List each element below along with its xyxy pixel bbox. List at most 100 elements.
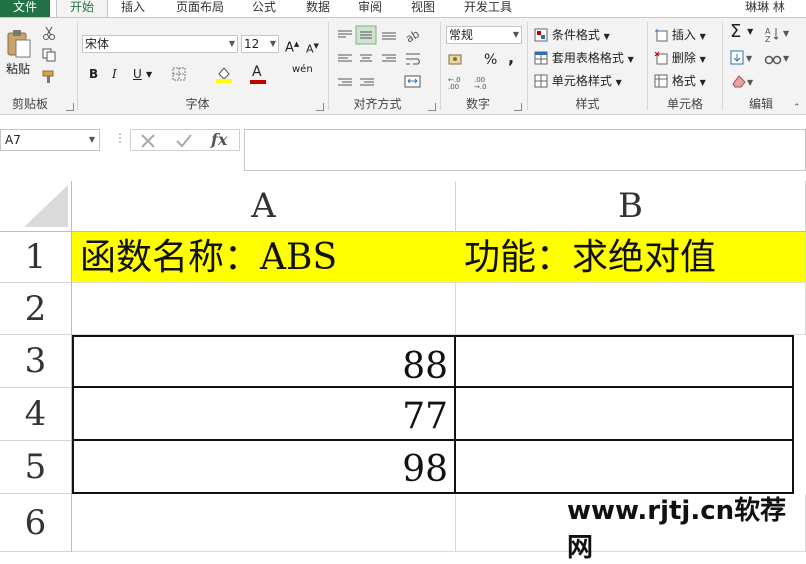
row-header-4[interactable]: 4 <box>0 388 72 441</box>
number-format-value: 常规 <box>449 28 474 42</box>
cell-a3[interactable]: 88 <box>72 335 456 388</box>
tab-developer[interactable]: 开发工具 <box>456 0 520 17</box>
tab-data[interactable]: 数据 <box>298 0 338 17</box>
row-header-2[interactable]: 2 <box>0 283 72 335</box>
format-cells-icon <box>654 74 668 88</box>
font-name-value: 宋体 <box>85 37 110 51</box>
cell-a4[interactable]: 77 <box>72 386 456 441</box>
clear-icon[interactable]: ▼ <box>730 73 756 92</box>
enter-icon[interactable] <box>175 132 193 150</box>
user-account[interactable]: 琳琳 林 <box>740 0 790 17</box>
format-as-table-button[interactable]: 套用表格格式 ▼ <box>534 50 634 68</box>
font-color-button[interactable]: A <box>252 64 262 80</box>
svg-text:.00: .00 <box>448 83 459 90</box>
number-format-combo[interactable]: 常规 ▼ <box>446 26 522 44</box>
font-group-label: 字体 <box>185 97 210 111</box>
cell-a2[interactable] <box>72 283 456 335</box>
font-dialog-launcher[interactable] <box>316 103 324 111</box>
fill-color-icon[interactable] <box>215 65 233 86</box>
cell-b3[interactable] <box>454 335 794 388</box>
delete-cells-label: 删除 <box>671 51 696 65</box>
find-select-icon[interactable]: ▼ <box>764 50 794 69</box>
underline-button[interactable]: U <box>133 66 142 82</box>
percent-style-button[interactable]: % <box>484 52 497 68</box>
styles-group-label: 样式 <box>575 97 600 111</box>
svg-text:ab: ab <box>404 27 422 43</box>
paste-label[interactable]: 粘贴 <box>6 61 30 77</box>
row-header-5[interactable]: 5 <box>0 441 72 494</box>
alignment-dialog-launcher[interactable] <box>428 103 436 111</box>
grow-font-icon[interactable]: A▲ <box>285 36 299 56</box>
copy-icon[interactable] <box>42 48 56 65</box>
merge-center-icon[interactable] <box>404 74 422 93</box>
paste-button[interactable] <box>6 29 32 59</box>
font-name-combo[interactable]: 宋体 ▼ <box>82 35 238 53</box>
clipboard-dialog-launcher[interactable] <box>66 103 74 111</box>
number-dialog-launcher[interactable] <box>514 103 522 111</box>
decrease-decimal-icon[interactable]: .00 →.0 <box>474 74 494 93</box>
ribbon-separator <box>440 22 441 110</box>
font-size-combo[interactable]: 12 ▼ <box>241 35 279 53</box>
conditional-formatting-button[interactable]: 条件格式 ▼ <box>534 27 610 45</box>
format-as-table-label: 套用表格格式 <box>551 51 624 65</box>
wrap-text-icon[interactable] <box>404 51 422 70</box>
cell-a1[interactable]: 函数名称：ABS <box>72 232 456 283</box>
tab-home[interactable]: 开始 <box>56 0 108 18</box>
ribbon-separator <box>328 22 329 110</box>
ribbon-tab-bar: 文件 开始 插入 页面布局 公式 数据 审阅 视图 开发工具 琳琳 林 <box>0 0 806 18</box>
insert-cells-icon <box>655 29 668 42</box>
comma-style-button[interactable]: , <box>508 50 514 66</box>
fill-icon[interactable]: ▼ <box>730 50 756 69</box>
orientation-icon[interactable]: ab <box>403 27 422 46</box>
cell-styles-button[interactable]: 单元格样式 ▼ <box>534 73 622 91</box>
cancel-icon[interactable] <box>139 132 157 150</box>
chevron-down-icon: ▼ <box>228 39 235 48</box>
name-box-value: A7 <box>5 133 21 147</box>
cell-styles-icon <box>534 74 548 88</box>
accounting-format-icon[interactable] <box>448 51 466 70</box>
cell-b5[interactable] <box>454 439 794 494</box>
collapse-ribbon-icon[interactable]: ⌃ <box>793 103 801 113</box>
tab-formulas[interactable]: 公式 <box>244 0 284 17</box>
paste-icon <box>7 30 31 58</box>
tab-review[interactable]: 审阅 <box>350 0 390 17</box>
delete-cells-icon <box>654 51 668 65</box>
conditional-formatting-icon <box>534 28 548 42</box>
cell-b4[interactable] <box>454 386 794 441</box>
clipboard-group-label: 剪贴板 <box>11 97 48 111</box>
cell-a5[interactable]: 98 <box>72 439 456 494</box>
formula-input[interactable] <box>244 129 806 171</box>
select-all-button[interactable] <box>0 181 72 232</box>
ribbon-separator <box>647 22 648 110</box>
row-header-1[interactable]: 1 <box>0 232 72 283</box>
phonetic-guide-button[interactable]: wén <box>292 62 313 78</box>
increase-decimal-icon[interactable]: ←.0.00 <box>448 74 468 93</box>
sort-filter-icon[interactable]: A Z ▼ <box>765 26 795 45</box>
column-header-a[interactable]: A <box>72 181 456 232</box>
tab-file[interactable]: 文件 <box>0 0 50 17</box>
insert-cells-button[interactable]: 插入 ▼ <box>654 27 706 45</box>
italic-button[interactable]: I <box>112 66 117 82</box>
borders-icon[interactable] <box>172 67 186 84</box>
name-box[interactable]: A7 ▼ <box>0 129 100 151</box>
tab-page-layout[interactable]: 页面布局 <box>168 0 232 17</box>
delete-cells-button[interactable]: 删除 ▼ <box>654 50 706 68</box>
shrink-font-icon[interactable]: A▼ <box>306 38 319 58</box>
format-painter-icon[interactable] <box>42 70 56 87</box>
tab-insert[interactable]: 插入 <box>112 0 154 17</box>
svg-text:▼: ▼ <box>783 29 790 38</box>
row-header-3[interactable]: 3 <box>0 335 72 388</box>
autosum-icon[interactable]: Σ ▼ <box>730 23 753 41</box>
insert-function-icon[interactable]: fx <box>211 130 227 149</box>
format-cells-button[interactable]: 格式 ▼ <box>654 73 706 91</box>
tab-view[interactable]: 视图 <box>403 0 443 17</box>
cut-icon[interactable] <box>42 26 56 43</box>
cell-b1[interactable]: 功能：求绝对值 <box>456 232 806 283</box>
chevron-down-icon[interactable]: ▼ <box>146 67 152 83</box>
column-header-b[interactable]: B <box>456 181 806 232</box>
cell-styles-label: 单元格样式 <box>551 74 612 88</box>
cell-b2[interactable] <box>456 283 806 335</box>
row-header-6[interactable]: 6 <box>0 494 72 552</box>
bold-button[interactable]: B <box>89 66 98 82</box>
cell-a6[interactable] <box>72 494 456 552</box>
